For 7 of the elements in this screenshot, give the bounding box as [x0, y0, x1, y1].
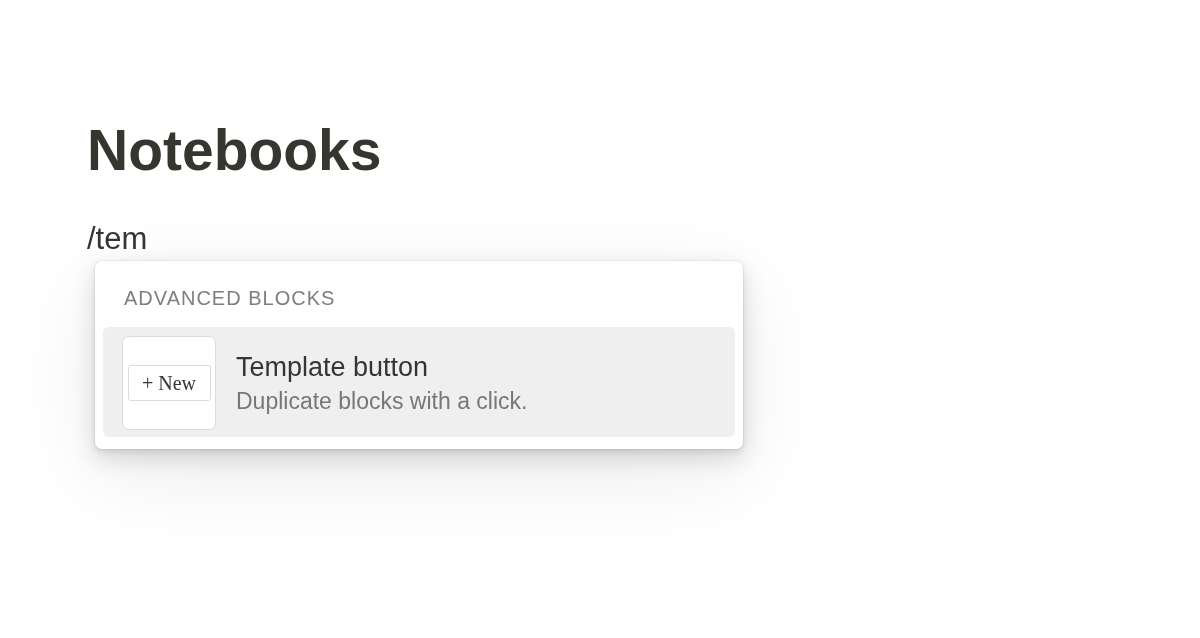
- menu-item[interactable]: + New Template button Duplicate blocks with a click.: [103, 327, 735, 437]
- item-description: Duplicate blocks with a click.: [236, 387, 528, 416]
- preview-button: + New: [127, 365, 211, 401]
- typed-text: /tem: [87, 223, 148, 254]
- page-title: Notebooks: [87, 122, 382, 179]
- section-heading: ADVANCED BLOCKS: [123, 288, 336, 308]
- item-title: Template button: [236, 351, 429, 384]
